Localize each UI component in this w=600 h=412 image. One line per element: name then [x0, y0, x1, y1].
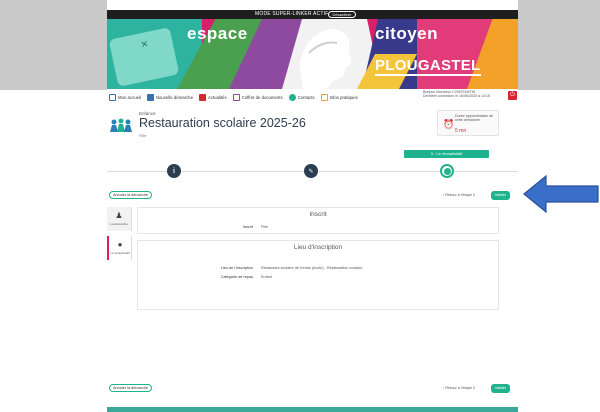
tab-request[interactable]: ♟ La démarche — [107, 207, 132, 231]
brand-citoyen: citoyen — [375, 24, 439, 43]
footer-strip — [107, 407, 518, 412]
nav-item-label: Mon accueil — [118, 94, 141, 100]
step-2-indicator[interactable]: ✎ — [304, 164, 318, 178]
children-icon — [110, 118, 132, 132]
nav-item-label: Actualités — [207, 94, 227, 100]
tab-label: La démarche — [110, 222, 128, 226]
pencil-icon: ✎ — [308, 168, 314, 175]
duration-label: Durée approximative de cette démarche — [455, 114, 494, 123]
back-to-step-2-link-bottom[interactable]: ‹ Retour à l'étape 2 — [443, 386, 475, 390]
nav-item-contacts[interactable]: Contacts — [288, 93, 315, 101]
home-icon — [109, 93, 116, 101]
step-1-indicator[interactable]: i — [167, 164, 181, 178]
page-container: MODE SUPER-LINKER ACTIF Désactiver × esp… — [107, 0, 518, 412]
field-label: Lieu de l'inscription — [220, 266, 253, 270]
arrow-left-icon — [523, 174, 599, 214]
cancel-request-button[interactable]: Annuler la démarche — [109, 191, 153, 199]
validate-button-bottom[interactable]: Valider — [491, 384, 510, 393]
contact-icon — [288, 93, 296, 101]
marianne-profile-illustration — [299, 28, 352, 89]
super-linker-text: MODE SUPER-LINKER ACTIF — [255, 11, 329, 17]
nav-item-label: Infos pratiques — [329, 94, 358, 100]
info-icon: i — [173, 167, 175, 175]
nav-item-news[interactable]: Actualités — [198, 93, 227, 101]
folder-icon — [232, 93, 240, 101]
field-label: Catégorie de repas — [220, 275, 253, 279]
tab-summary[interactable]: ● Le récapitulatif — [107, 236, 132, 260]
chat-bubble-icon: ● — [117, 240, 123, 249]
nav-item-new-request[interactable]: Nouvelle démarche — [146, 93, 193, 101]
nav-item-documents[interactable]: Coffret de documents — [232, 93, 283, 101]
duration-info-box: ⏰ Durée approximative de cette démarche … — [437, 110, 499, 136]
request-header: Enfance Restauration scolaire 2025-26 Fi… — [109, 110, 409, 140]
super-linker-disable-button[interactable]: Désactiver — [328, 11, 356, 18]
town-logo[interactable]: PLOUGASTEL — [375, 57, 481, 76]
alarm-clock-icon: ⏰ — [443, 119, 455, 129]
step-3-indicator[interactable] — [440, 164, 454, 178]
back-to-step-2-link[interactable]: ‹ Retour à l'étape 2 — [443, 193, 475, 197]
field-label: Inscrit — [242, 225, 253, 229]
field-value: Restaurant scolaire de Kerlaz (école) - … — [261, 266, 363, 270]
tab-label: Le récapitulatif — [110, 251, 130, 255]
brand-espace: espace — [187, 24, 248, 43]
section-lieu-inscription: Lieu d'inscription Lieu de l'inscription… — [137, 240, 499, 310]
section-title: Inscrit — [309, 211, 327, 218]
nav-item-label: Nouvelle démarche — [155, 94, 193, 100]
nav-item-label: Contacts — [297, 94, 315, 100]
info-icon — [320, 93, 328, 101]
plus-icon — [146, 93, 154, 101]
nav-item-info[interactable]: Infos pratiques — [320, 93, 358, 101]
user-info: Bonjour Monsieur CONSTANTIN Dernière con… — [423, 90, 501, 99]
nav-item-home[interactable]: Mon accueil — [109, 93, 141, 101]
current-step-badge: 3 - Le récapitulatif — [404, 150, 489, 158]
logout-button[interactable]: ⏻ — [508, 91, 517, 100]
check-icon — [443, 167, 451, 175]
section-inscrit: Inscrit Inscrit Fille — [137, 207, 499, 234]
news-icon — [198, 93, 206, 101]
request-subtitle: Fille — [139, 133, 147, 138]
field-value: Fille — [261, 225, 268, 229]
field-value: Enfant — [261, 275, 272, 279]
person-icon: ♟ — [115, 211, 123, 220]
last-login: Dernière connexion le 16/06/2025 à 14:15 — [423, 94, 490, 99]
header-banner: × espace citoyen PLOUGASTEL — [107, 19, 518, 89]
main-nav: Mon accueil Nouvelle démarche Actualités… — [109, 92, 429, 102]
power-icon: ⏻ — [510, 92, 515, 98]
super-linker-bar: MODE SUPER-LINKER ACTIF Désactiver — [107, 10, 518, 19]
validate-button[interactable]: Valider — [491, 191, 510, 200]
section-title: Lieu d'inscription — [293, 244, 343, 251]
cancel-request-button-bottom[interactable]: Annuler la démarche — [109, 384, 153, 392]
nav-item-label: Coffret de documents — [241, 94, 283, 100]
page-title: Restauration scolaire 2025-26 — [139, 116, 306, 130]
duration-value: 5 mn — [455, 128, 467, 134]
